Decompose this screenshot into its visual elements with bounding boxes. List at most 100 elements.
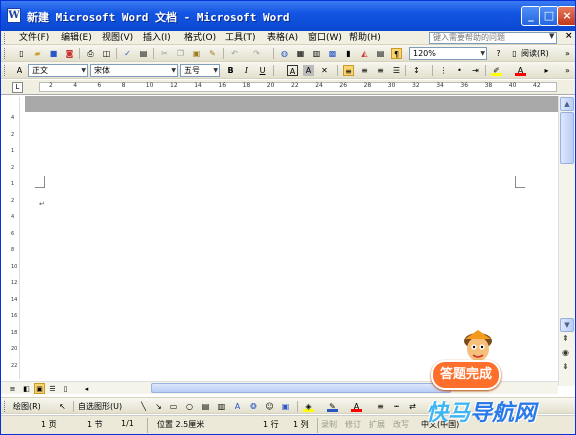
tab-selector-icon[interactable]: L — [12, 82, 23, 93]
size-dropdown-icon[interactable]: ▼ — [213, 65, 218, 76]
oval-icon[interactable]: ○ — [184, 401, 195, 412]
redo-icon[interactable]: ↷ — [251, 48, 262, 59]
word-app-icon[interactable]: W — [7, 8, 21, 23]
line-spacing-icon[interactable]: ↕ — [411, 65, 422, 76]
drawing-icon[interactable]: ◭ — [359, 48, 370, 59]
picture-icon[interactable]: ▣ — [280, 401, 291, 412]
bullets-icon[interactable]: • — [454, 65, 465, 76]
diagram-icon[interactable]: ❂ — [248, 401, 259, 412]
char-scale-icon[interactable]: ✕ — [319, 65, 330, 76]
zoom-dropdown-icon[interactable]: ▼ — [480, 48, 485, 59]
scroll-left-icon[interactable]: ◂ — [81, 383, 92, 394]
save-icon[interactable]: ■ — [48, 48, 59, 59]
help-icon[interactable]: ? — [493, 48, 504, 59]
menu-format[interactable]: 格式(O) — [184, 31, 216, 45]
horizontal-ruler[interactable]: L 2 4 6 8 10 12 14 16 18 20 22 24 26 28 30 32 34 36 38 40 42 — [1, 80, 575, 95]
font-color-icon[interactable]: A — [515, 65, 526, 76]
autoshapes-button[interactable]: 自选图形(U) — [78, 401, 122, 412]
reading-view-icon[interactable]: ▯ — [60, 383, 71, 394]
web-view-icon[interactable]: ◧ — [21, 383, 32, 394]
tables-borders-icon[interactable]: ▦ — [295, 48, 306, 59]
insert-excel-icon[interactable]: ▩ — [327, 48, 338, 59]
align-center-icon[interactable]: ≡ — [359, 65, 370, 76]
prev-page-icon[interactable]: ⇞ — [562, 334, 569, 343]
next-page-icon[interactable]: ⇟ — [562, 362, 569, 371]
numbering-icon[interactable]: ⋮ — [438, 65, 449, 76]
document-map-icon[interactable]: ▤ — [375, 48, 386, 59]
line-icon[interactable]: ╲ — [138, 401, 149, 412]
print-layout-view-icon[interactable]: ▣ — [34, 383, 45, 394]
read-mode-button[interactable]: 阅读(R) — [521, 48, 549, 59]
normal-view-icon[interactable]: ≡ — [7, 383, 18, 394]
styles-pane-icon[interactable]: A — [14, 65, 25, 76]
print-preview-icon[interactable]: ◫ — [101, 48, 112, 59]
close-button[interactable]: × — [557, 6, 575, 26]
indent-icon[interactable]: ⇥ — [470, 65, 481, 76]
new-document-icon[interactable]: ▯ — [16, 48, 27, 59]
print-icon[interactable]: ⎙ — [85, 48, 96, 59]
toolbar-options-icon[interactable]: » — [562, 65, 573, 76]
zoom-combo[interactable]: 120% ▼ — [409, 47, 487, 60]
permission-icon[interactable]: ◙ — [64, 48, 75, 59]
font-combo[interactable]: 宋体 ▼ — [90, 64, 178, 77]
vertical-ruler[interactable]: 4 2 1 2 1 2 4 6 8 10 12 14 16 18 20 22 — [10, 97, 20, 379]
menu-grip[interactable] — [4, 33, 7, 44]
draw-menu-button[interactable]: 绘图(R) — [13, 401, 41, 412]
answer-complete-badge[interactable]: 答题完成 — [431, 360, 501, 390]
underline-button[interactable]: U — [257, 65, 268, 76]
insert-table-icon[interactable]: ▥ — [311, 48, 322, 59]
align-justify-icon[interactable]: ≡ — [343, 65, 354, 76]
toolbar-options-icon[interactable]: » — [562, 48, 573, 59]
line-color-icon[interactable]: ✎ — [327, 401, 338, 412]
paste-icon[interactable]: ▣ — [191, 48, 202, 59]
menu-file[interactable]: 文件(F) — [19, 31, 49, 45]
bold-button[interactable]: B — [225, 65, 236, 76]
highlight-icon[interactable]: ✐ — [491, 65, 502, 76]
status-extend[interactable]: 扩展 — [369, 419, 385, 430]
rectangle-icon[interactable]: ▭ — [168, 401, 179, 412]
select-browse-object-icon[interactable]: ◉ — [562, 348, 569, 357]
menu-tools[interactable]: 工具(T) — [225, 31, 256, 45]
status-overtype[interactable]: 改写 — [393, 419, 409, 430]
toolbar-grip[interactable] — [4, 65, 7, 76]
maximize-button[interactable]: □ — [539, 6, 559, 26]
menu-window[interactable]: 窗口(W) — [308, 31, 342, 45]
vertical-scrollbar[interactable]: ▲ ▼ ⇞ ◉ ⇟ — [558, 96, 575, 386]
distribute-icon[interactable]: ☰ — [391, 65, 402, 76]
status-track-changes[interactable]: 修订 — [345, 419, 361, 430]
toolbar-grip[interactable] — [4, 401, 7, 412]
dash-style-icon[interactable]: ┅ — [391, 401, 402, 412]
cut-icon[interactable]: ✂ — [159, 48, 170, 59]
minimize-button[interactable]: _ — [521, 6, 541, 26]
fill-color-icon[interactable]: ◈ — [303, 401, 314, 412]
char-border-button[interactable]: A — [287, 65, 298, 76]
size-combo[interactable]: 五号 ▼ — [180, 64, 220, 77]
font-dropdown-icon[interactable]: ▼ — [171, 65, 176, 76]
scroll-thumb[interactable] — [560, 112, 574, 164]
align-right-icon[interactable]: ≡ — [375, 65, 386, 76]
hyperlink-icon[interactable]: ◍ — [279, 48, 290, 59]
textbox-icon[interactable]: ▤ — [200, 401, 211, 412]
status-record[interactable]: 录制 — [321, 419, 337, 430]
vertical-textbox-icon[interactable]: ▥ — [216, 401, 227, 412]
format-painter-icon[interactable]: ✎ — [207, 48, 218, 59]
select-objects-icon[interactable]: ↖ — [57, 401, 68, 412]
menu-insert[interactable]: 插入(I) — [143, 31, 171, 45]
toolbar-grip[interactable] — [4, 48, 7, 59]
arrow-icon[interactable]: ↘ — [153, 401, 164, 412]
spelling-icon[interactable]: ✓ — [122, 48, 133, 59]
undo-icon[interactable]: ↶ — [229, 48, 240, 59]
outline-view-icon[interactable]: ☰ — [47, 383, 58, 394]
char-shading-button[interactable]: A — [303, 65, 314, 76]
help-dropdown-icon[interactable]: ▼ — [549, 32, 554, 40]
more-format-icon[interactable]: ▸ — [541, 65, 552, 76]
menu-table[interactable]: 表格(A) — [267, 31, 298, 45]
show-hide-marks-icon[interactable]: ¶ — [391, 48, 402, 59]
close-document-button[interactable]: × — [565, 31, 573, 41]
italic-button[interactable]: I — [241, 65, 252, 76]
style-combo[interactable]: 正文 ▼ — [28, 64, 88, 77]
research-icon[interactable]: ▤ — [138, 48, 149, 59]
title-bar[interactable]: W 新建 Microsoft Word 文档 - Microsoft Word … — [1, 1, 575, 31]
columns-icon[interactable]: ▮ — [343, 48, 354, 59]
menu-edit[interactable]: 编辑(E) — [61, 31, 92, 45]
